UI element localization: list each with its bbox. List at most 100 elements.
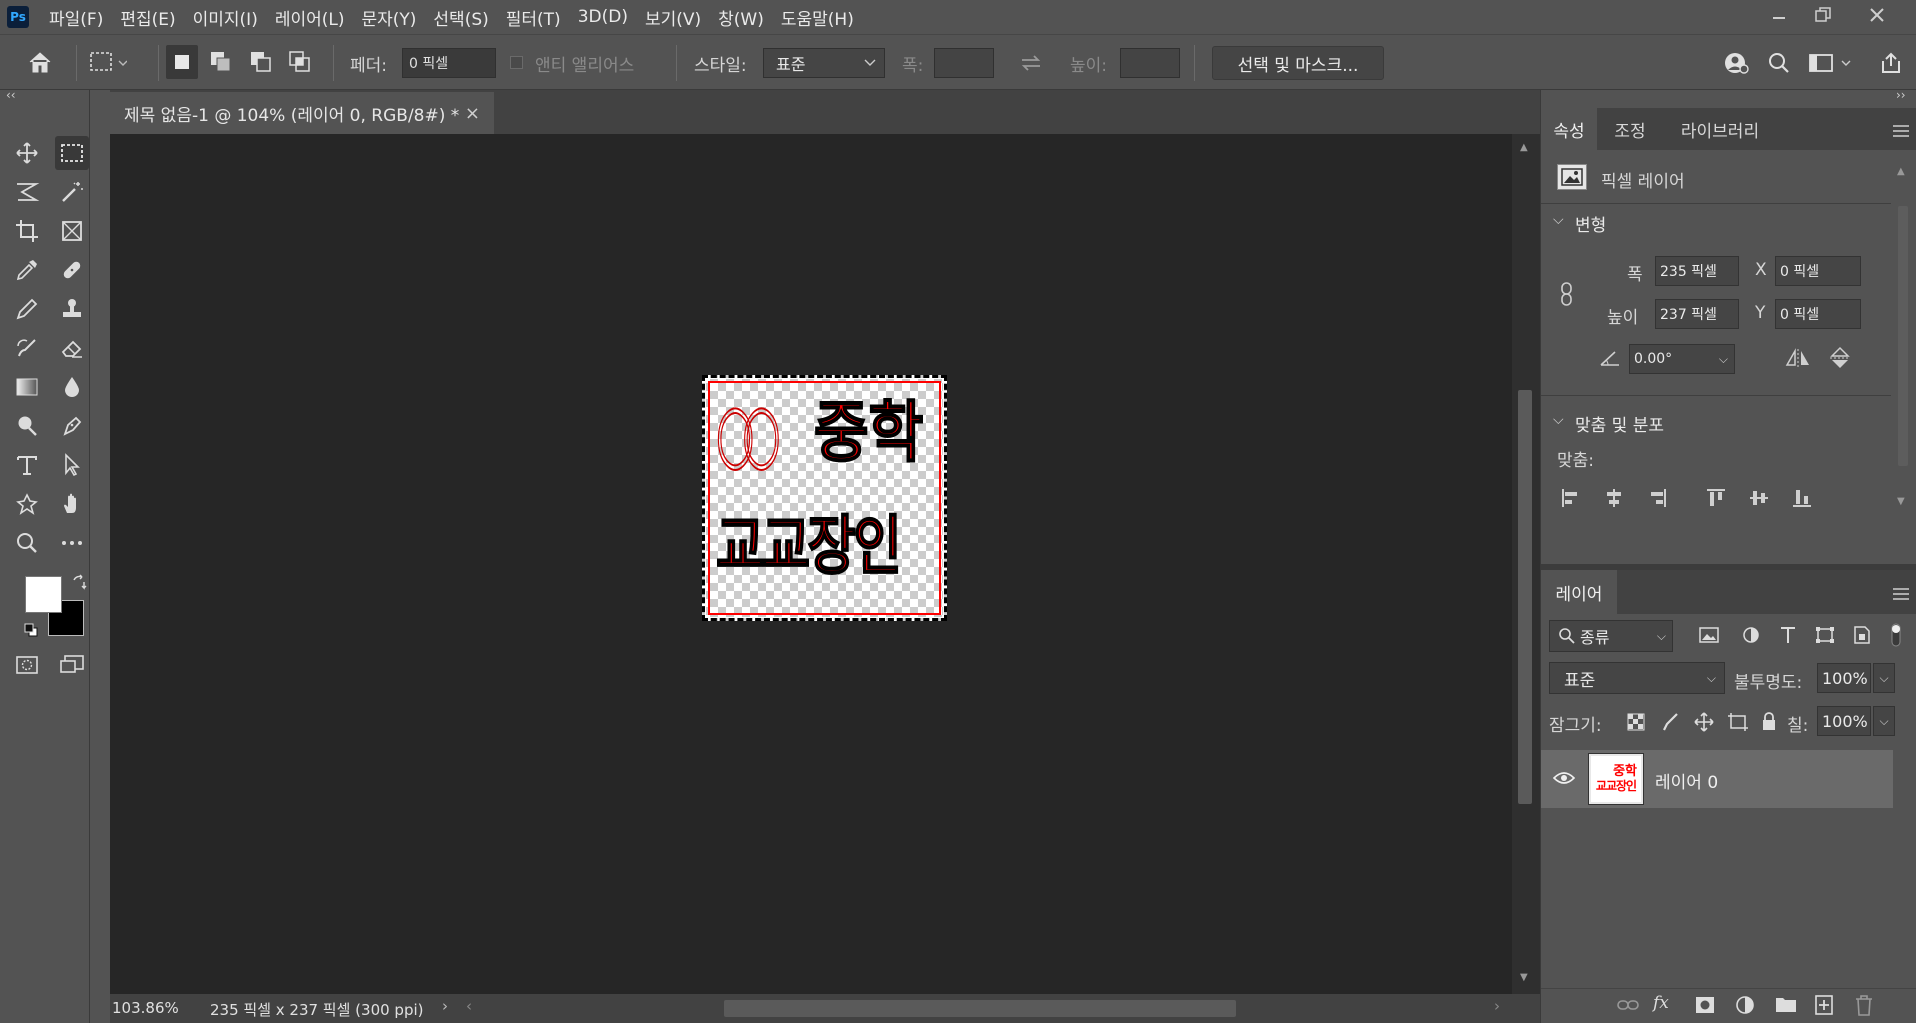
lock-all-icon[interactable]	[1761, 711, 1777, 735]
filter-shape-icon[interactable]	[1815, 626, 1835, 648]
restore-button[interactable]	[1803, 0, 1843, 30]
shape-tool[interactable]	[10, 487, 44, 521]
eyedropper-tool[interactable]	[10, 253, 44, 287]
history-brush-tool[interactable]	[10, 331, 44, 365]
menu-image[interactable]: 이미지(I)	[193, 5, 258, 30]
close-tab-icon[interactable]: ×	[465, 103, 480, 124]
add-selection-button[interactable]	[205, 45, 237, 79]
scroll-left-icon[interactable]: ‹	[466, 997, 472, 1015]
zoom-tool[interactable]	[10, 526, 44, 560]
document-canvas[interactable]: ○○ 중학 교교장인	[702, 375, 947, 621]
menu-view[interactable]: 보기(V)	[645, 5, 701, 30]
transform-collapse-icon[interactable]: ⌵	[1553, 212, 1564, 228]
new-selection-button[interactable]	[166, 45, 198, 79]
share-button[interactable]	[1874, 47, 1908, 79]
pen-tool[interactable]	[55, 409, 89, 443]
brush-tool[interactable]	[10, 292, 44, 326]
menu-3d[interactable]: 3D(D)	[578, 7, 628, 27]
tab-layers[interactable]: 레이어	[1541, 570, 1617, 614]
blur-tool[interactable]	[55, 370, 89, 404]
zoom-level[interactable]: 103.86%	[112, 999, 179, 1017]
link-dimensions-icon[interactable]	[1559, 281, 1575, 311]
menu-select[interactable]: 선택(S)	[433, 5, 488, 30]
properties-scroll-thumb[interactable]	[1898, 206, 1908, 466]
healing-brush-tool[interactable]	[55, 253, 89, 287]
menu-edit[interactable]: 편집(E)	[120, 5, 175, 30]
menu-help[interactable]: 도움말(H)	[781, 5, 854, 30]
layer-filter-select[interactable]: 종류 ⌵	[1549, 620, 1673, 652]
width-input[interactable]	[934, 48, 994, 78]
align-left-icon[interactable]	[1561, 488, 1581, 512]
home-button[interactable]	[24, 45, 56, 79]
height-field[interactable]: 237 픽셀	[1655, 299, 1739, 329]
filter-pixel-icon[interactable]	[1699, 626, 1719, 648]
canvas-area[interactable]: ○○ 중학 교교장인	[110, 134, 1512, 994]
style-select[interactable]: 표준	[763, 48, 885, 78]
tab-properties[interactable]: 속성	[1541, 108, 1597, 150]
delete-layer-icon[interactable]	[1855, 994, 1873, 1020]
angle-field[interactable]: 0.00° ⌵	[1629, 344, 1735, 374]
tab-adjustments[interactable]: 조정	[1601, 108, 1659, 150]
feather-input[interactable]: 0 픽셀	[402, 48, 496, 78]
filter-smart-object-icon[interactable]	[1853, 625, 1871, 649]
filter-type-icon[interactable]	[1779, 625, 1797, 649]
menu-layer[interactable]: 레이어(L)	[275, 5, 345, 30]
clone-stamp-tool[interactable]	[55, 292, 89, 326]
filter-adjustment-icon[interactable]	[1742, 626, 1760, 648]
scroll-right-icon[interactable]: ›	[1494, 997, 1500, 1015]
frame-tool[interactable]	[55, 214, 89, 248]
rect-marquee-tool[interactable]	[55, 136, 89, 170]
workspace-button[interactable]	[1806, 47, 1856, 79]
fill-field[interactable]: 100%	[1817, 706, 1871, 736]
lock-pixels-icon[interactable]	[1661, 712, 1679, 736]
scroll-down-icon[interactable]: ▼	[1520, 972, 1528, 983]
layers-panel-menu-icon[interactable]	[1893, 585, 1909, 604]
scroll-up-icon[interactable]: ▲	[1520, 142, 1528, 153]
collapse-panels-icon[interactable]: ››	[1896, 88, 1906, 102]
align-vertical-center-icon[interactable]	[1749, 488, 1769, 512]
eraser-tool[interactable]	[55, 331, 89, 365]
more-tools[interactable]	[55, 526, 89, 560]
vertical-scrollbar[interactable]: ▲ ▼	[1512, 134, 1540, 994]
flip-vertical-icon[interactable]	[1829, 346, 1851, 374]
status-menu-chevron-icon[interactable]: ›	[442, 997, 448, 1015]
align-top-icon[interactable]	[1706, 488, 1726, 512]
swap-colors-icon[interactable]	[72, 574, 88, 594]
antialias-checkbox[interactable]	[510, 56, 523, 69]
intersect-selection-button[interactable]	[284, 45, 316, 79]
align-bottom-icon[interactable]	[1792, 488, 1812, 512]
horizontal-scroll-thumb[interactable]	[724, 1000, 1236, 1017]
new-layer-icon[interactable]	[1815, 995, 1833, 1019]
document-tab[interactable]: 제목 없음-1 @ 104% (레이어 0, RGB/8#) * ×	[110, 92, 494, 134]
share-user-button[interactable]	[1720, 47, 1754, 79]
menu-window[interactable]: 창(W)	[718, 5, 764, 30]
align-horizontal-center-icon[interactable]	[1604, 488, 1624, 512]
default-colors-icon[interactable]	[24, 622, 38, 641]
lock-transparency-icon[interactable]	[1627, 713, 1645, 735]
align-collapse-icon[interactable]: ⌵	[1553, 412, 1564, 428]
close-window-button[interactable]	[1857, 0, 1897, 30]
path-selection-tool[interactable]	[55, 448, 89, 482]
marquee-preset-button[interactable]	[88, 45, 128, 79]
lock-position-icon[interactable]	[1694, 712, 1714, 736]
tab-libraries[interactable]: 라이브러리	[1665, 108, 1775, 150]
crop-tool[interactable]	[10, 214, 44, 248]
dodge-tool[interactable]	[10, 409, 44, 443]
height-input[interactable]	[1120, 48, 1180, 78]
lasso-tool[interactable]	[10, 175, 44, 209]
hand-tool[interactable]	[55, 487, 89, 521]
width-field[interactable]: 235 픽셀	[1655, 256, 1739, 286]
y-field[interactable]: 0 픽셀	[1775, 299, 1861, 329]
screen-mode-button[interactable]	[55, 648, 89, 682]
blend-mode-select[interactable]: 표준 ⌵	[1549, 662, 1725, 694]
subtract-selection-button[interactable]	[245, 45, 277, 79]
select-and-mask-button[interactable]: 선택 및 마스크...	[1212, 46, 1384, 80]
opacity-dropdown-icon[interactable]: ⌵	[1873, 663, 1895, 693]
collapse-toolbar-icon[interactable]: ‹‹	[6, 88, 16, 102]
add-mask-icon[interactable]	[1695, 996, 1715, 1018]
quick-mask-button[interactable]	[10, 648, 44, 682]
x-field[interactable]: 0 픽셀	[1775, 256, 1861, 286]
filter-toggle-icon[interactable]	[1889, 623, 1903, 651]
swap-dimensions-button[interactable]	[1014, 48, 1048, 78]
link-layers-icon[interactable]	[1617, 997, 1639, 1016]
